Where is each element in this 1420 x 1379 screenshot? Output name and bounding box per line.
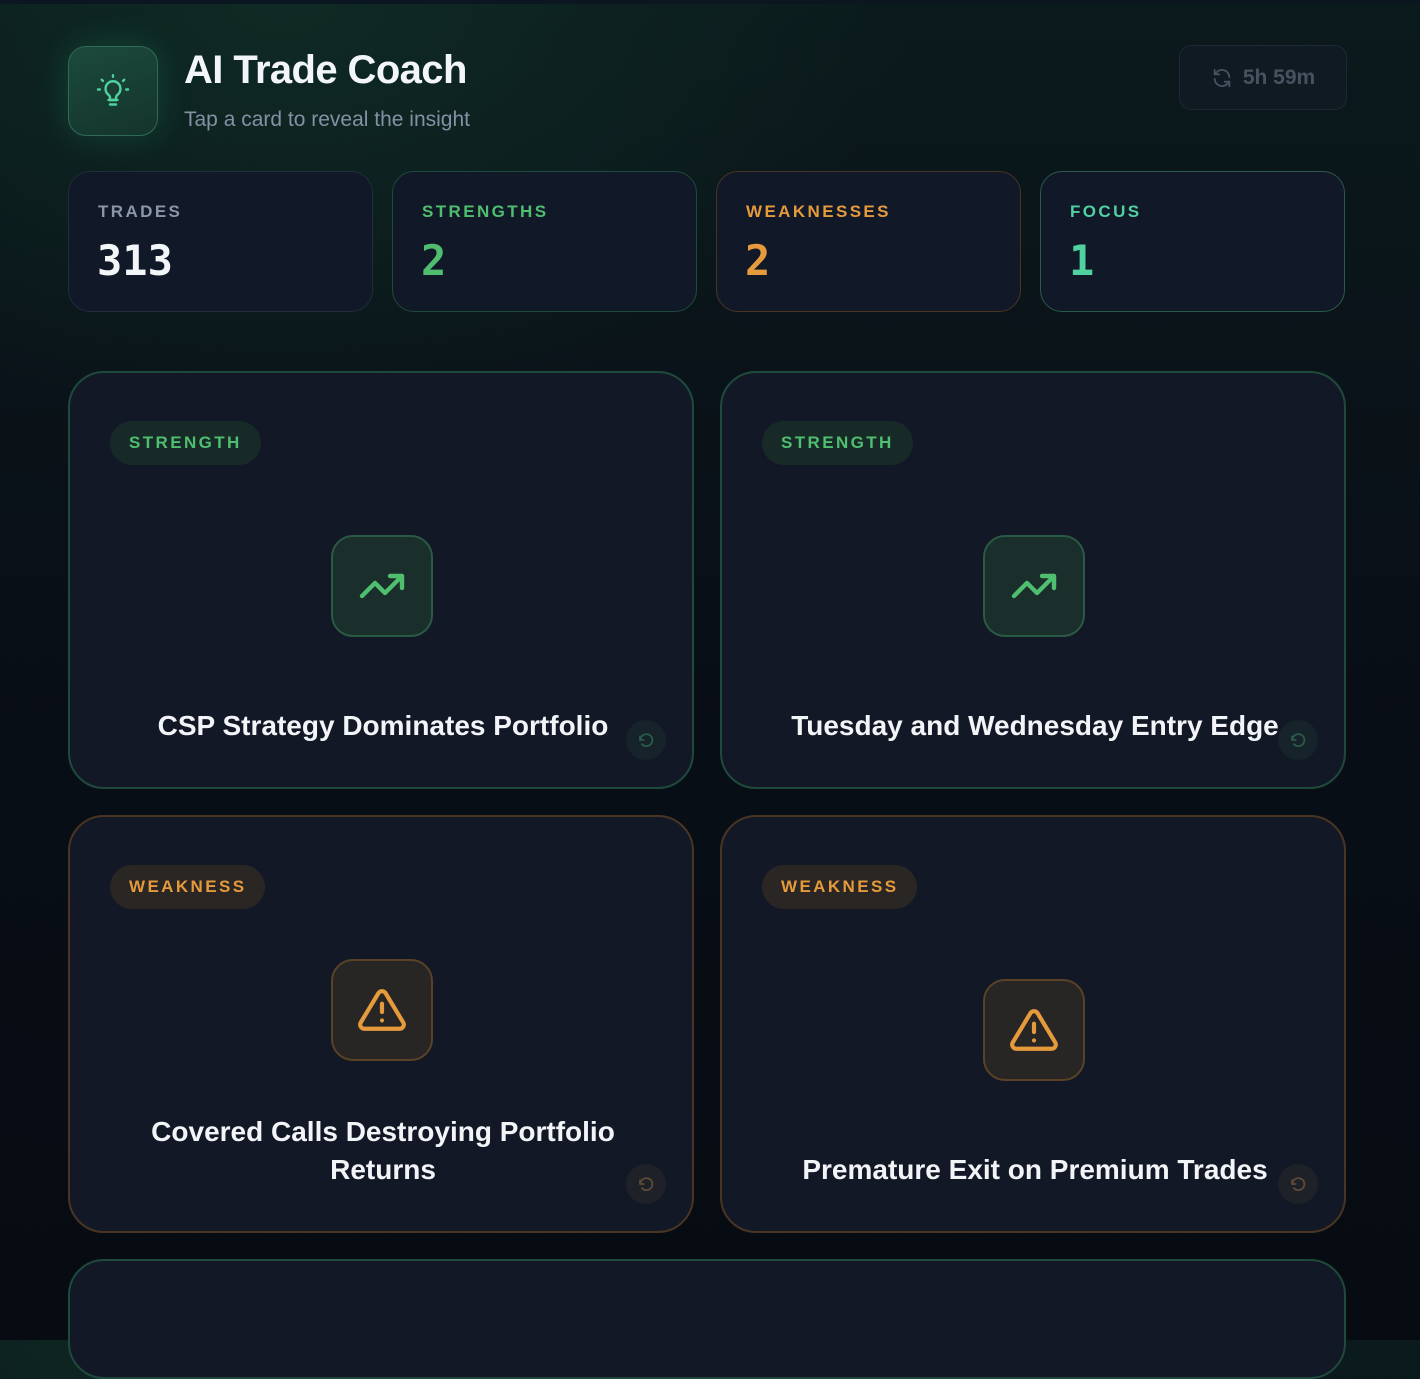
lightbulb-logo <box>68 46 158 136</box>
strength-badge: STRENGTH <box>110 421 261 465</box>
insight-card-focus[interactable] <box>68 1259 1346 1379</box>
top-border <box>0 0 1420 4</box>
trending-up-icon <box>359 573 405 599</box>
weakness-badge: WEAKNESS <box>110 865 266 909</box>
insight-icon-box <box>983 979 1085 1081</box>
undo-icon <box>1291 733 1306 748</box>
flip-card-button[interactable] <box>1278 1164 1318 1204</box>
trending-up-icon <box>1011 573 1057 599</box>
page-title: AI Trade Coach <box>184 48 467 92</box>
card-title: Covered Calls Destroying Portfolio Retur… <box>151 1116 615 1185</box>
insight-icon-box <box>983 535 1085 637</box>
flip-card-button[interactable] <box>626 1164 666 1204</box>
warning-triangle-icon <box>1010 1009 1058 1051</box>
refresh-timer-button[interactable]: 5h 59m <box>1179 45 1347 110</box>
insight-card-weakness[interactable]: WEAKNESS Covered Calls Destroying Portfo… <box>68 815 694 1233</box>
warning-triangle-icon <box>358 989 406 1031</box>
insight-card-strength[interactable]: STRENGTH CSP Strategy Dominates Portfoli… <box>68 371 694 789</box>
stat-strengths: STRENGTHS 2 <box>392 171 697 312</box>
stat-label: TRADES <box>98 202 183 221</box>
undo-icon <box>639 1177 654 1192</box>
strength-badge: STRENGTH <box>762 421 913 465</box>
stat-value: 1 <box>1069 236 1095 285</box>
refresh-icon <box>1213 68 1231 87</box>
stat-label: FOCUS <box>1070 202 1142 221</box>
stat-value: 313 <box>97 236 173 285</box>
lightbulb-icon <box>96 74 130 106</box>
card-title: CSP Strategy Dominates Portfolio <box>157 710 609 741</box>
refresh-timer-label: 5h 59m <box>1242 65 1316 89</box>
insight-card-weakness[interactable]: WEAKNESS Premature Exit on Premium Trade… <box>720 815 1346 1233</box>
stat-label: STRENGTHS <box>422 202 549 221</box>
flip-card-button[interactable] <box>626 720 666 760</box>
flip-card-button[interactable] <box>1278 720 1318 760</box>
weakness-badge: WEAKNESS <box>762 865 918 909</box>
undo-icon <box>1291 1177 1306 1192</box>
insight-card-strength[interactable]: STRENGTH Tuesday and Wednesday Entry Edg… <box>720 371 1346 789</box>
stat-value: 2 <box>421 236 447 285</box>
undo-icon <box>639 733 654 748</box>
stat-trades: TRADES 313 <box>68 171 373 312</box>
stat-label: WEAKNESSES <box>746 202 891 221</box>
card-title: Premature Exit on Premium Trades <box>802 1154 1268 1185</box>
insight-icon-box <box>331 535 433 637</box>
stat-value: 2 <box>745 236 771 285</box>
card-title: Tuesday and Wednesday Entry Edge <box>791 710 1279 741</box>
insight-icon-box <box>331 959 433 1061</box>
page-subtitle: Tap a card to reveal the insight <box>184 108 471 131</box>
stat-weaknesses: WEAKNESSES 2 <box>716 171 1021 312</box>
stat-focus: FOCUS 1 <box>1040 171 1345 312</box>
